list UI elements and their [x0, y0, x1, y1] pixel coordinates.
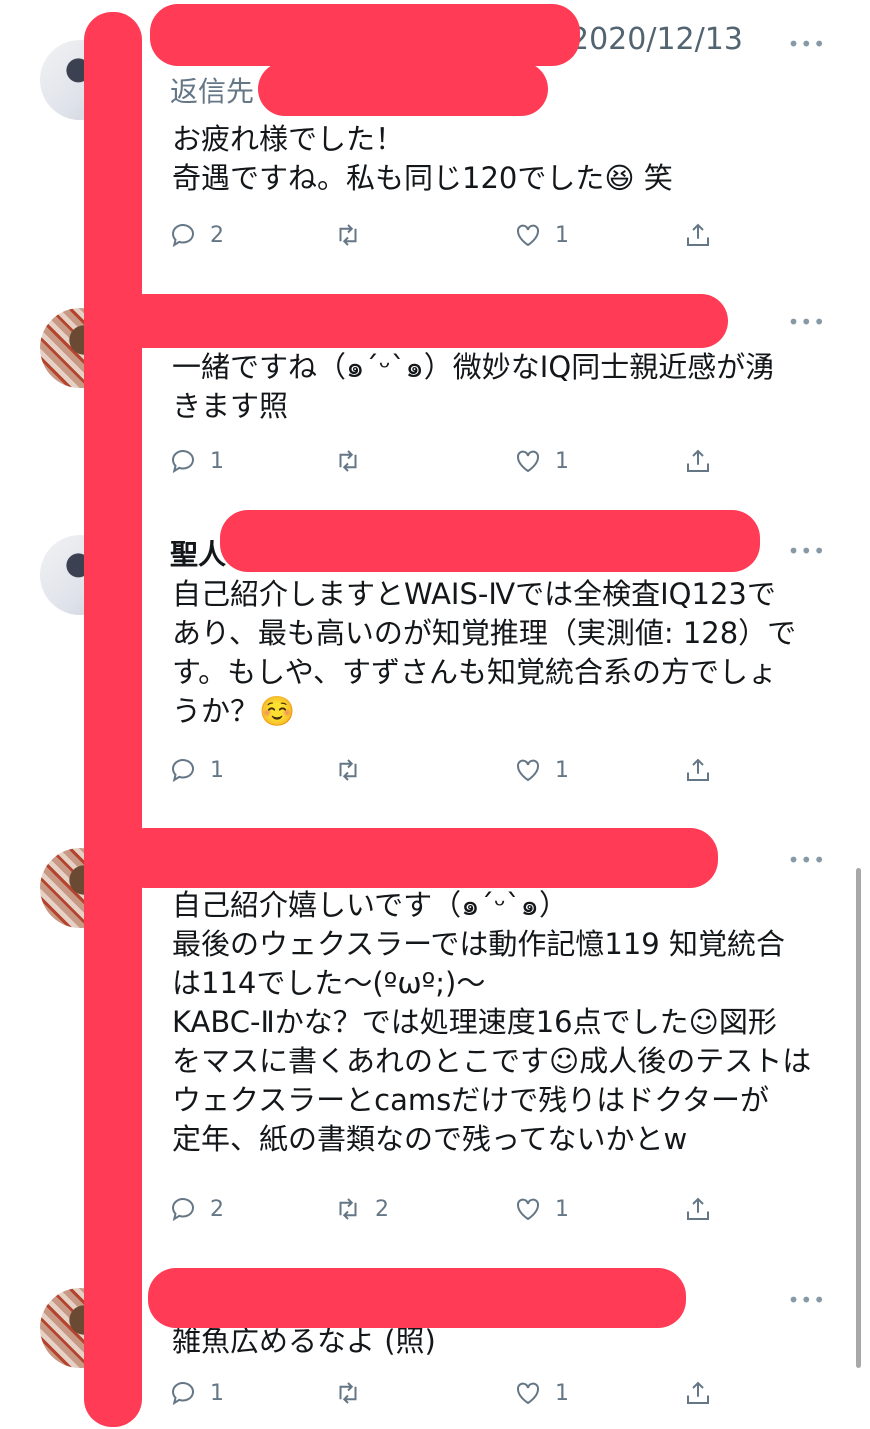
share-icon [687, 223, 709, 246]
tweet-text: 一緒ですね（๑´ᵕ`๑）微妙なIQ同士親近感が湧 きます照 [172, 350, 775, 423]
tweet-text: 自己紹介嬉しいです（๑´ᵕ`๑） 最後のウェクスラーでは動作記憶119 知覚統合… [172, 888, 812, 1156]
like-count: 1 [555, 1196, 569, 1222]
reply-count: 1 [210, 757, 224, 783]
retweet-icon [339, 759, 357, 781]
like-count: 1 [555, 757, 569, 783]
like-button[interactable]: 1 [513, 220, 569, 250]
more-options-icon[interactable]: ••• [788, 848, 826, 872]
author-name[interactable]: 聖人 [170, 533, 226, 573]
tweet-actions: 2 1 [168, 220, 728, 260]
redaction-username-2 [118, 294, 728, 348]
share-button[interactable] [683, 1378, 713, 1408]
share-button[interactable] [683, 755, 713, 785]
retweet-icon [339, 1382, 357, 1404]
tweet-actions: 2 2 1 [168, 1194, 728, 1234]
reply-to-label: 返信先 [170, 75, 255, 108]
like-count: 1 [555, 1380, 569, 1406]
redaction-username-5 [148, 1268, 686, 1328]
reply-button[interactable]: 1 [168, 446, 224, 476]
retweet-count: 2 [375, 1196, 389, 1222]
tweet-text: お疲れ様でした！ 奇遇ですね。私も同じ120でした😆 笑 [172, 122, 673, 195]
more-options-icon[interactable]: ••• [788, 539, 826, 563]
heart-icon [516, 450, 540, 473]
reply-button[interactable]: 2 [168, 1194, 224, 1224]
reply-icon [171, 224, 194, 248]
like-count: 1 [555, 222, 569, 248]
reply-icon [171, 759, 194, 783]
retweet-button[interactable] [333, 1378, 375, 1408]
retweet-icon [339, 450, 357, 472]
redaction-username-1 [150, 4, 580, 66]
heart-icon [516, 1198, 540, 1221]
like-button[interactable]: 1 [513, 1194, 569, 1224]
share-icon [687, 1381, 709, 1404]
tweet-text: 自己紹介しますとWAIS-Ⅳでは全検査IQ123で あり、最も高いのが知覚推理（… [172, 577, 797, 728]
more-options-icon[interactable]: ••• [788, 1288, 826, 1312]
reply-button[interactable]: 1 [168, 755, 224, 785]
redaction-reply-to [258, 62, 548, 116]
retweet-icon [339, 1198, 357, 1220]
share-icon [687, 449, 709, 472]
share-icon [687, 1197, 709, 1220]
redaction-username-4 [118, 828, 718, 888]
reply-count: 2 [210, 1196, 224, 1222]
share-button[interactable] [683, 220, 713, 250]
share-icon [687, 758, 709, 781]
scrollbar[interactable] [856, 868, 861, 1368]
retweet-button[interactable]: 2 [333, 1194, 389, 1224]
retweet-button[interactable] [333, 220, 375, 250]
heart-icon [516, 224, 540, 247]
like-button[interactable]: 1 [513, 1378, 569, 1408]
retweet-icon [339, 224, 357, 246]
tweet-actions: 1 1 [168, 755, 728, 795]
reply-icon [171, 1382, 194, 1406]
reply-button[interactable]: 2 [168, 220, 224, 250]
reply-count: 1 [210, 1380, 224, 1406]
reply-count: 2 [210, 222, 224, 248]
retweet-button[interactable] [333, 755, 375, 785]
reply-icon [171, 450, 194, 474]
heart-icon [516, 1382, 540, 1405]
tweet-actions: 1 1 [168, 1378, 728, 1418]
like-button[interactable]: 1 [513, 446, 569, 476]
more-options-icon[interactable]: ••• [788, 32, 826, 56]
reply-button[interactable]: 1 [168, 1378, 224, 1408]
share-button[interactable] [683, 446, 713, 476]
like-button[interactable]: 1 [513, 755, 569, 785]
tweet-date: 2020/12/13 [570, 22, 743, 57]
redaction-vertical-bar [84, 12, 142, 1427]
more-options-icon[interactable]: ••• [788, 310, 826, 334]
retweet-button[interactable] [333, 446, 375, 476]
like-count: 1 [555, 448, 569, 474]
heart-icon [516, 759, 540, 782]
reply-count: 1 [210, 448, 224, 474]
share-button[interactable] [683, 1194, 713, 1224]
redaction-username-3 [220, 510, 760, 572]
reply-icon [171, 1198, 194, 1222]
tweet-actions: 1 1 [168, 446, 728, 486]
